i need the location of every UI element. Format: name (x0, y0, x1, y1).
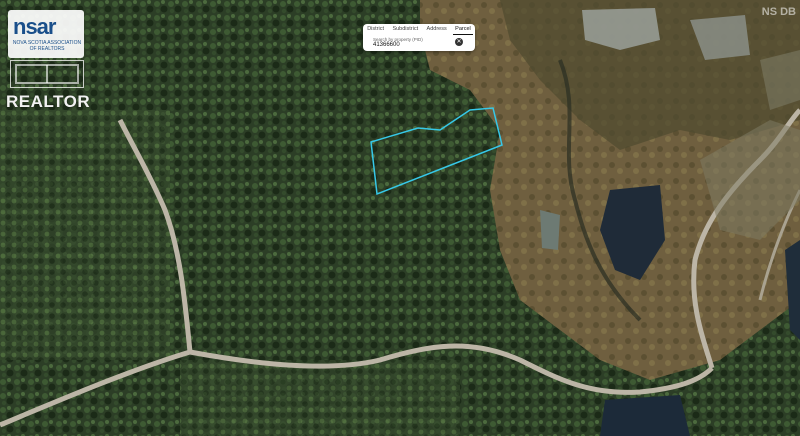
tab-parcel[interactable]: Parcel (453, 26, 473, 35)
search-tabs: District Subdistrict Address Parcel (363, 26, 475, 35)
forest-light-area (0, 110, 170, 360)
realtor-wordmark: REALTOR (6, 92, 91, 111)
tab-address[interactable]: Address (425, 26, 449, 35)
realtor-mark-icon (10, 60, 84, 88)
parcel-search-panel: District Subdistrict Address Parcel Sear… (363, 24, 475, 51)
forest-south-area (180, 360, 460, 436)
tab-district[interactable]: District (365, 26, 386, 35)
pond (540, 210, 560, 250)
pond (600, 395, 690, 436)
nsar-subtext: NOVA SCOTIA ASSOCIATION OF REALTORS (12, 40, 82, 52)
close-icon[interactable]: ✕ (455, 38, 463, 46)
corner-watermark: NS DB (761, 6, 796, 18)
pid-search-input[interactable]: 41366600 (373, 42, 400, 48)
tab-subdistrict[interactable]: Subdistrict (390, 26, 420, 35)
nsar-realtor-logo: nsar NOVA SCOTIA ASSOCIATION OF REALTORS… (4, 4, 94, 112)
aerial-map[interactable] (0, 0, 800, 436)
nsar-wordmark: nsar (13, 14, 56, 39)
